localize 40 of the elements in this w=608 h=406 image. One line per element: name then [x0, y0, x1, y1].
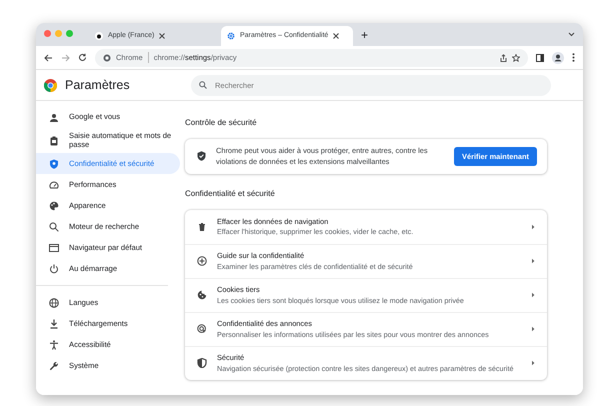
site-icon	[95, 32, 103, 40]
power-icon	[49, 264, 59, 274]
caret-right-icon	[531, 360, 535, 366]
browser-window-icon	[49, 242, 59, 253]
cookie-icon	[197, 290, 207, 300]
trash-icon	[197, 222, 207, 232]
gauge-icon	[49, 180, 59, 190]
caret-right-icon	[531, 224, 535, 230]
chrome-logo	[44, 78, 57, 92]
close-icon	[159, 33, 166, 39]
section-heading: Confidentialité et sécurité	[185, 188, 276, 200]
search-icon	[199, 81, 207, 89]
chevron-down-icon[interactable]	[568, 32, 575, 37]
clipboard-icon	[49, 136, 59, 146]
search-icon	[49, 222, 59, 232]
star-icon[interactable]	[512, 54, 520, 62]
download-icon	[49, 318, 59, 329]
reload-icon[interactable]	[78, 53, 87, 62]
target-cursor-icon	[197, 324, 207, 334]
shield-icon	[49, 158, 59, 169]
caret-right-icon	[531, 292, 535, 298]
person-icon	[49, 112, 59, 122]
close-icon	[333, 33, 340, 39]
globe-icon	[49, 298, 59, 308]
accessibility-icon	[49, 340, 59, 350]
wrench-icon	[49, 360, 59, 371]
profile-icon[interactable]	[552, 52, 564, 64]
page-title: Paramètres	[65, 76, 131, 94]
caret-right-icon	[531, 326, 535, 332]
section-heading: Contrôle de sécurité	[185, 117, 258, 129]
shield-check-icon	[197, 151, 206, 162]
menu-icon[interactable]	[572, 53, 575, 62]
caret-right-icon	[531, 258, 535, 264]
shield-icon	[197, 358, 207, 368]
back-icon[interactable]	[44, 54, 53, 62]
new-tab-button[interactable]: +	[361, 28, 368, 40]
share-icon[interactable]	[500, 54, 507, 62]
side-panel-icon[interactable]	[536, 54, 544, 62]
gear-icon	[227, 32, 235, 40]
palette-icon	[49, 200, 59, 211]
